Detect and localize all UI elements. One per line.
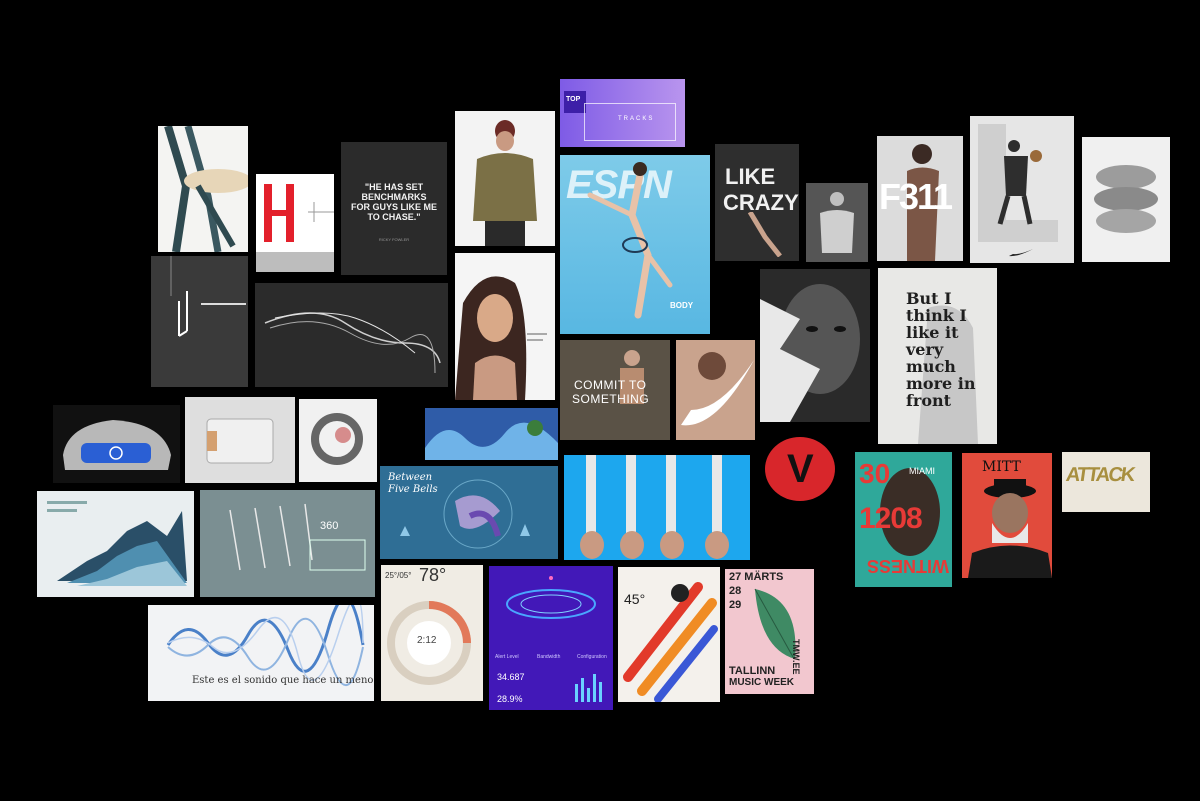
poster-45-tile[interactable]: 45° xyxy=(618,567,720,702)
dashboard-tab2[interactable]: Bandwidth xyxy=(537,654,560,660)
glass-panels-tile[interactable]: 360 xyxy=(200,490,375,597)
sound-wave-graphic xyxy=(166,605,365,687)
poster-45-graphic xyxy=(623,582,718,702)
dashboard-tab3[interactable]: Configuration xyxy=(577,654,607,660)
blue-wave-ui-tile[interactable] xyxy=(425,408,558,460)
blue-wave-graphic xyxy=(425,420,558,460)
dashboard-app-tile[interactable]: Alert Level Bandwidth Configuration 34.6… xyxy=(489,566,613,710)
chair-photo-tile[interactable] xyxy=(158,126,248,252)
dashboard-bars xyxy=(575,674,602,702)
but-i-think-text: But I think I like it very much more in … xyxy=(906,289,976,410)
weather-dial-value: 2:12 xyxy=(417,635,437,646)
glass-panels-graphic xyxy=(229,503,366,571)
abstract-sculpture-tile[interactable] xyxy=(299,399,377,482)
between-five-bells-tile[interactable]: Between Five Bells xyxy=(380,466,558,559)
f311-text: F311 xyxy=(879,176,953,217)
like-crazy-line1: LIKE xyxy=(725,164,776,189)
mitt-tile[interactable]: MITT xyxy=(962,453,1052,578)
top-tracks-line2: TRACKS xyxy=(618,116,655,122)
light-installation-tile[interactable] xyxy=(151,256,248,387)
tallinn-title1: TALLINN xyxy=(729,665,776,677)
chart-3d-area-tile[interactable] xyxy=(37,491,194,597)
quote-text: "HE HAS SET BENCHMARKS FOR GUYS LIKE ME … xyxy=(351,182,438,222)
tallinn-site: TMW.EE xyxy=(791,639,801,675)
v-logo-letter: V xyxy=(787,447,814,491)
basketball-player-figure xyxy=(997,140,1042,225)
f311-tile[interactable]: F311 xyxy=(877,136,963,261)
bells-visual xyxy=(400,479,530,549)
concept-car-tile[interactable] xyxy=(53,405,180,483)
commit-line2: SOMETHING xyxy=(572,392,650,406)
hand-halftone-graphic xyxy=(1094,165,1158,233)
nike-swoosh-portrait-tile[interactable] xyxy=(676,340,755,440)
hand-halftone-tile[interactable] xyxy=(1082,137,1170,262)
v-logo-tile[interactable]: V xyxy=(765,433,840,508)
sound-wave-tile[interactable]: Este es el sonido que hace un meno xyxy=(148,605,374,701)
area-chart-graphic xyxy=(47,501,187,586)
woman-portrait-figure xyxy=(455,276,547,400)
nike-swoosh-icon xyxy=(1009,249,1033,257)
miami-word: WITNESS xyxy=(866,556,949,576)
woman-portrait-tile[interactable] xyxy=(455,253,555,400)
torn-face-graphic xyxy=(760,284,860,422)
top-tracks-tile[interactable]: TOP TRACKS xyxy=(560,79,685,147)
swoosh-over-portrait xyxy=(681,352,754,426)
dashboard-val2: 28.9% xyxy=(497,694,523,704)
dashboard-val1: 34.687 xyxy=(497,672,525,682)
top-tracks-frame xyxy=(584,103,676,141)
speaker-product-tile[interactable] xyxy=(185,397,295,483)
miami-city: MIAMI xyxy=(909,466,935,476)
quote-tile[interactable]: "HE HAS SET BENCHMARKS FOR GUYS LIKE ME … xyxy=(341,142,447,275)
abstract-sculpture-graphic xyxy=(311,413,363,465)
but-i-think-tile[interactable]: But I think I like it very much more in … xyxy=(878,268,997,444)
portrait-jacket-tile[interactable] xyxy=(455,111,555,246)
watch-straps-graphic xyxy=(580,455,729,559)
top-tracks-line1: TOP xyxy=(566,96,581,103)
basketball-nike-tile[interactable] xyxy=(970,116,1074,263)
tallinn-music-week-tile[interactable]: 27 MÄRTS 28 29 TMW.EE TALLINN MUSIC WEEK xyxy=(725,569,814,694)
letter-h-graphic xyxy=(256,184,334,272)
light-installation-graphic xyxy=(170,256,246,337)
miami-n2: 1208 xyxy=(859,502,923,535)
weather-dial-tile[interactable]: 25°/05° 78° 2:12 xyxy=(381,565,483,701)
weather-dial-graphic xyxy=(387,601,471,685)
tallinn-title2: MUSIC WEEK xyxy=(729,677,794,688)
espn-body-label: BODY xyxy=(670,301,694,310)
torn-face-tile[interactable] xyxy=(760,269,870,422)
espn-body-tile[interactable]: ESPN BODY xyxy=(560,155,710,334)
arm-figure xyxy=(747,212,782,257)
hat-man-portrait xyxy=(968,479,1052,578)
glass-panels-label: 360 xyxy=(320,520,339,532)
concept-car-graphic xyxy=(63,420,171,470)
commit-to-something-tile[interactable]: COMMIT TO SOMETHING xyxy=(560,340,670,440)
chair-illustration xyxy=(164,126,248,252)
watch-straps-tile[interactable] xyxy=(564,455,750,560)
shirtless-man-figure xyxy=(820,192,854,253)
dashboard-tab1[interactable]: Alert Level xyxy=(495,654,519,660)
speaker-graphic xyxy=(206,418,274,464)
attack-text: ATTACK xyxy=(1064,464,1135,486)
sound-wave-caption: Este es el sonido que hace un meno xyxy=(192,675,374,686)
wire-sculpture-graphic xyxy=(264,312,441,374)
shirtless-man-tile[interactable] xyxy=(806,183,868,262)
miami-n1: 30 xyxy=(859,458,891,489)
miami-witness-tile[interactable]: 30 MIAMI 1208 WITNESS xyxy=(855,452,952,587)
letter-h-tile[interactable] xyxy=(256,174,334,272)
attack-tile[interactable]: ATTACK xyxy=(1062,452,1150,512)
like-crazy-tile[interactable]: LIKE CRAZY xyxy=(715,144,799,261)
quote-byline: RICKY FOWLER xyxy=(378,237,410,242)
wire-sculpture-tile[interactable] xyxy=(255,283,448,387)
commit-line1: COMMIT TO xyxy=(574,378,647,392)
man-in-jacket-figure xyxy=(473,120,537,246)
